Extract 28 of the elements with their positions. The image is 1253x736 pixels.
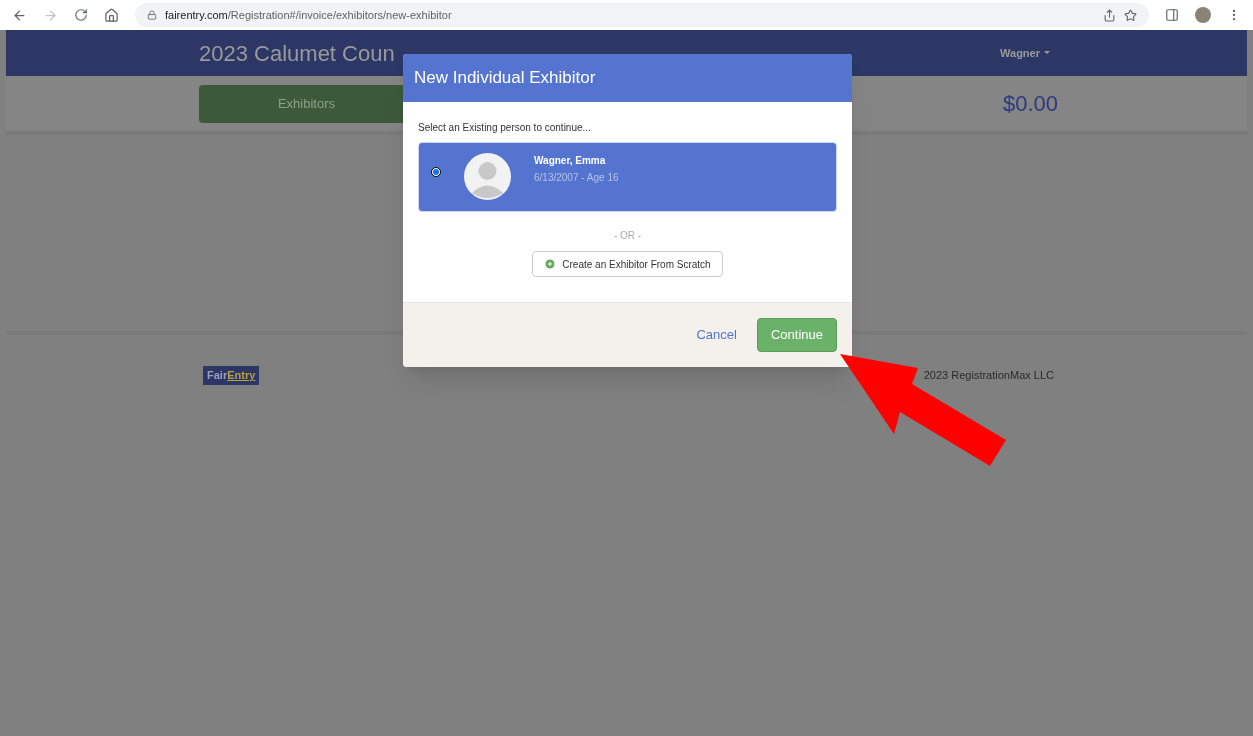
person-name: Wagner, Emma xyxy=(534,154,607,168)
plus-circle-icon xyxy=(544,258,557,270)
person-option[interactable]: Wagner, Emma 6/13/2007 - Age 16 xyxy=(418,142,837,212)
url-text: fairentry.com/Registration#/invoice/exhibitors/new-exhibitor xyxy=(165,7,452,23)
copyright-text: 2023 RegistrationMax LLC xyxy=(923,368,1054,383)
invoice-total: $0.00 xyxy=(1002,90,1058,118)
lock-icon xyxy=(147,10,157,20)
profile-avatar[interactable] xyxy=(1195,7,1211,23)
fairentry-logo[interactable]: FairEntry xyxy=(203,366,260,385)
bookmark-star-icon[interactable] xyxy=(1124,8,1137,22)
cancel-link[interactable]: Cancel xyxy=(696,325,737,345)
prompt-text: Select an Existing person to continue... xyxy=(418,121,592,135)
person-birthdate: 6/13/2007 - Age 16 xyxy=(534,171,619,185)
or-separator: - OR - xyxy=(613,229,642,243)
fair-title: 2023 Calumet Coun xyxy=(199,39,395,68)
address-bar[interactable]: fairentry.com/Registration#/invoice/exhibitors/new-exhibitor xyxy=(135,3,1149,27)
avatar-silhouette-icon xyxy=(464,153,511,200)
share-icon[interactable] xyxy=(1103,8,1116,22)
home-icon[interactable] xyxy=(104,7,119,23)
reload-icon[interactable] xyxy=(74,8,88,22)
caret-icon xyxy=(1044,51,1050,55)
modal-title: New Individual Exhibitor xyxy=(414,67,596,90)
side-panel-icon[interactable] xyxy=(1165,8,1179,22)
back-icon[interactable] xyxy=(12,7,27,23)
create-exhibitor-button[interactable]: Create an Exhibitor From Scratch xyxy=(532,251,723,277)
continue-button[interactable]: Continue xyxy=(756,318,837,352)
radio-button[interactable] xyxy=(431,167,441,177)
user-menu[interactable]: Wagner xyxy=(1000,44,1050,62)
